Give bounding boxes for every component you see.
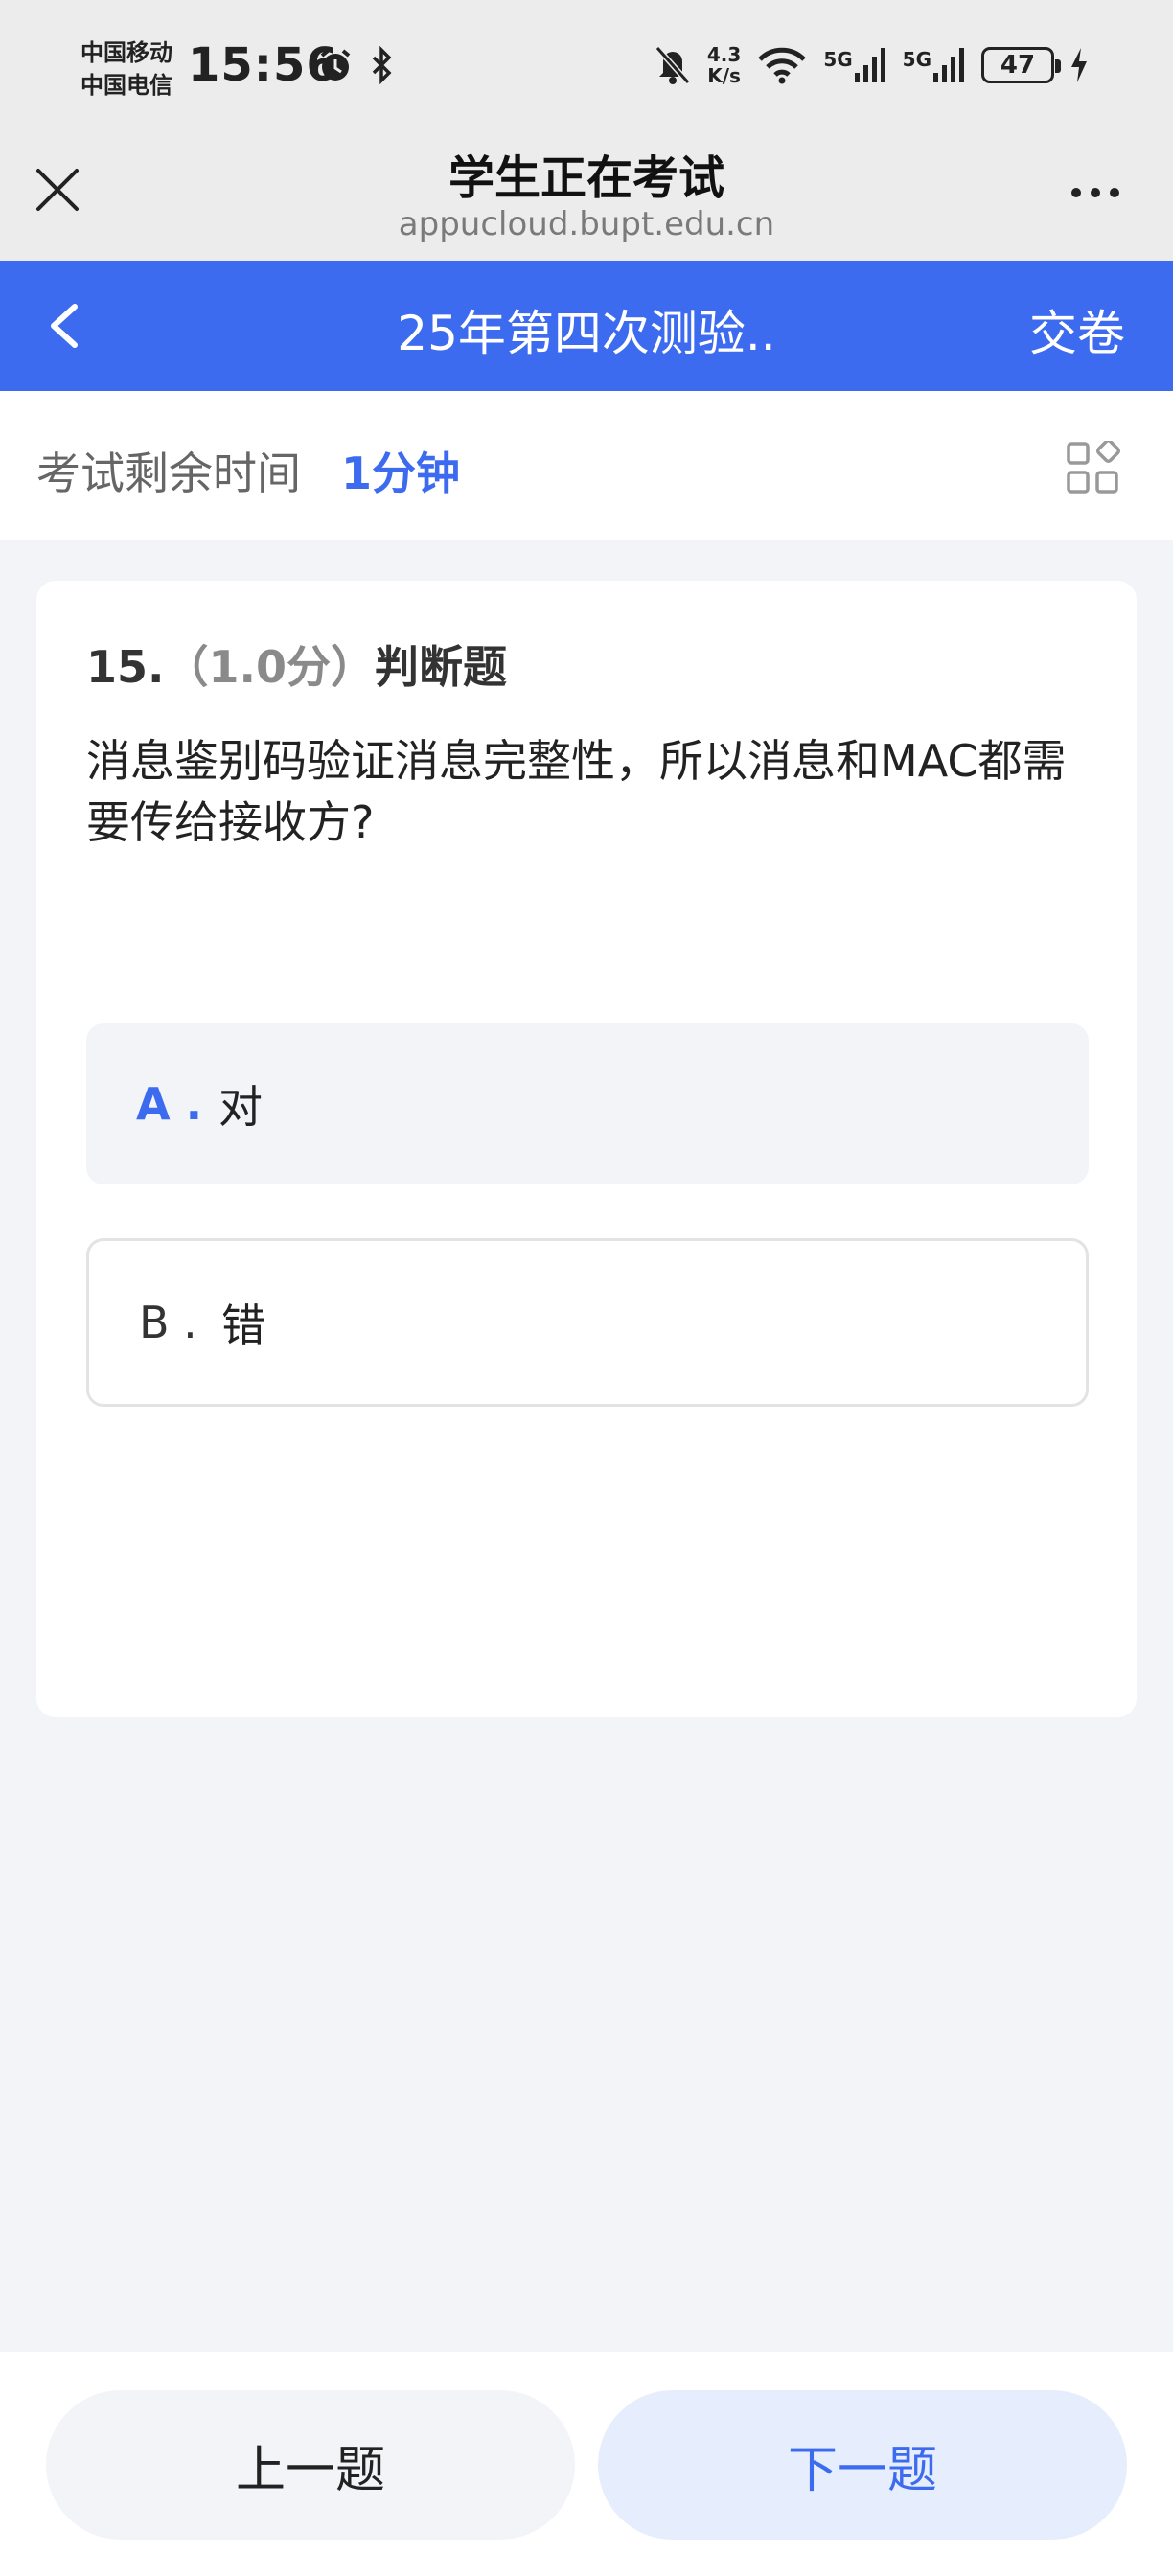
wifi-icon	[758, 47, 807, 84]
carrier-1: 中国移动	[80, 39, 172, 66]
question-header: 15.（1.0分）判断题	[86, 632, 507, 696]
question-grid-icon[interactable]	[1066, 441, 1121, 496]
question-text: 消息鉴别码验证消息完整性，所以消息和MAC都需要传给接收方?	[86, 735, 1067, 848]
network-speed: 4.3 K/s	[707, 44, 741, 86]
option-letter: B .	[139, 1297, 197, 1348]
more-dot	[1071, 188, 1081, 197]
option-letter: A .	[136, 1078, 203, 1130]
bottom-nav-bar: 上一题 下一题	[0, 2352, 1173, 2576]
option-text: 错	[221, 1300, 265, 1351]
next-question-button[interactable]: 下一题	[598, 2390, 1127, 2540]
signal-2: 5G	[903, 48, 966, 82]
previous-question-button[interactable]: 上一题	[46, 2390, 575, 2540]
question-score: （1.0分）	[164, 641, 376, 693]
option-a[interactable]: A . 对	[86, 1024, 1089, 1184]
network-speed-value: 4.3	[706, 43, 742, 66]
bluetooth-icon	[372, 46, 392, 84]
more-dot	[1091, 188, 1100, 197]
signal-2-label: 5G	[902, 48, 932, 71]
exam-page: 中国移动 中国电信 15:56 4.3 K/s 5G 5G 47 学生正在考试 …	[0, 0, 1173, 2576]
charging-icon	[1071, 48, 1087, 82]
signal-1-label: 5G	[823, 48, 853, 71]
option-b[interactable]: B . 错	[86, 1238, 1089, 1407]
browser-title: 学生正在考试	[448, 151, 724, 205]
more-dot	[1110, 188, 1119, 197]
signal-icon	[854, 48, 886, 82]
battery-level: 47	[1000, 51, 1036, 80]
time-remaining-value: 1分钟	[341, 448, 461, 499]
status-icons-left	[316, 46, 395, 84]
timer-row: 考试剩余时间 1分钟	[0, 391, 1173, 540]
question-card: 15.（1.0分）判断题 消息鉴别码验证消息完整性，所以消息和MAC都需要传给接…	[36, 581, 1137, 1717]
time-remaining-label: 考试剩余时间	[36, 448, 301, 499]
mute-bell-icon	[655, 46, 691, 84]
status-bar: 中国移动 中国电信 15:56 4.3 K/s 5G 5G 47	[0, 0, 1173, 134]
browser-bar: 学生正在考试 appucloud.bupt.edu.cn	[0, 134, 1173, 261]
exam-title: 25年第四次测验..	[397, 306, 776, 361]
browser-url: appucloud.bupt.edu.cn	[398, 205, 775, 243]
more-options-icon[interactable]	[1071, 188, 1119, 197]
network-speed-unit: K/s	[707, 64, 741, 87]
question-type: 判断题	[375, 641, 507, 693]
question-number: 15.	[86, 641, 165, 693]
battery-icon: 47	[981, 47, 1061, 83]
submit-exam-button[interactable]: 交卷	[1029, 295, 1125, 364]
option-text: 对	[218, 1081, 263, 1133]
signal-icon	[933, 48, 964, 82]
signal-1: 5G	[823, 48, 886, 82]
alarm-icon	[320, 49, 351, 80]
status-icons-right: 4.3 K/s 5G 5G 47	[654, 44, 1089, 86]
carrier-names: 中国移动 中国电信	[80, 36, 172, 102]
app-header: 25年第四次测验.. 交卷	[0, 261, 1173, 391]
carrier-2: 中国电信	[80, 72, 172, 99]
